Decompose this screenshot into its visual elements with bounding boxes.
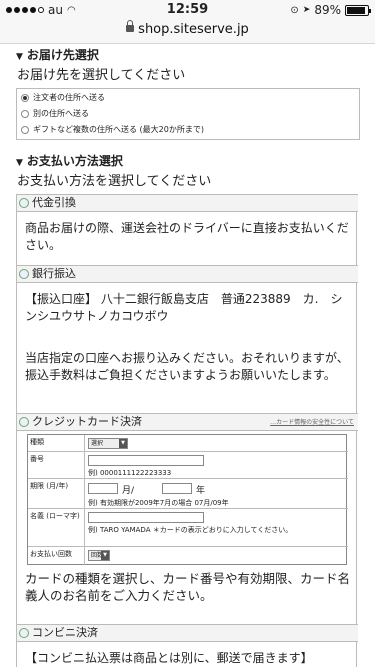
convenience-description: 【コンビニ払込票は商品とは別に、郵送で届きます】 [25,651,313,665]
card-type-row: 種類 選択 ▼ [28,435,348,452]
card-expiry-row: 期限 (月/年) 月/ 年 例) 有効期限が2009年7月の場合 07月/09年 [28,479,348,509]
card-installments-row: お支払い回数 回数 ▼ [28,547,348,565]
expiry-month-input[interactable] [88,483,118,494]
bank-account: 【振込口座】 八十二銀行飯島支店 普通223889 カ. シンシユウサトノカコウ… [25,292,343,323]
payment-section-title: ▼ お支払い方法選択 [16,154,123,168]
payment-option-convenience[interactable]: コンビニ決済 [17,624,358,642]
battery-percent: 89% [314,3,341,17]
battery-icon [345,4,371,16]
chevron-down-icon: ▼ [101,551,109,560]
month-unit: 月/ [122,486,135,496]
card-type-select[interactable]: 選択 ▼ [88,438,128,449]
expiry-year-input[interactable] [162,483,192,494]
location-icon: ➤ [302,5,311,15]
year-unit: 年 [196,486,206,496]
card-number-row: 番号 例) 0000111122223333 [28,452,348,479]
triangle-down-icon: ▼ [16,158,23,168]
cod-description: 商品お届けの際、運送会社のドライバーに直接お支払いください。 [25,221,349,252]
radio-button[interactable] [21,93,29,102]
card-number-input[interactable] [88,455,204,466]
delivery-options: 注文者の住所へ送る 別の住所へ送る ギフトなど複数の住所へ送る (最大20か所ま… [16,88,360,140]
delivery-section-title: ▼ お届け先選択 [16,48,99,62]
installments-select[interactable]: 回数 ▼ [88,550,110,561]
radio-button[interactable] [21,125,29,134]
payment-subtitle: お支払い方法を選択してください [17,174,212,189]
lock-rotation-icon: ⊙ [290,4,299,16]
card-type-label: 種類 [30,438,44,446]
delivery-option-self[interactable]: 注文者の住所へ送る [21,92,105,103]
payment-option-bank[interactable]: 銀行振込 [17,265,358,283]
card-name-label: 名義 (ローマ字) [30,512,80,520]
radio-circle-icon[interactable] [19,628,29,638]
card-name-row: 名義 (ローマ字) 例) TARO YAMADA ＊カードの表示どおりに入力して… [28,509,348,547]
payment-option-cod[interactable]: 代金引換 [17,194,358,212]
radio-circle-icon[interactable] [19,417,29,427]
delivery-option-other[interactable]: 別の住所へ送る [21,108,89,119]
card-number-example: 例) 0000111122223333 [88,469,172,477]
radio-circle-icon[interactable] [19,198,29,208]
status-right: ⊙ ➤ 89% [290,3,371,17]
installments-label: お支払い回数 [30,550,72,558]
lock-icon [126,20,135,32]
card-name-input[interactable] [88,512,204,523]
radio-circle-icon[interactable] [19,269,29,279]
chevron-down-icon: ▼ [119,439,127,448]
card-form: 種類 選択 ▼ 番号 例) 0000111122223333 期限 (月/年) 月… [27,434,348,565]
card-number-label: 番号 [30,455,44,463]
card-description: カードの種類を選択し、カード番号や有効期限、カード名義人のお名前をご入力ください… [25,571,351,603]
url-domain: shop.siteserve.jp [138,22,249,37]
status-bar: au ◠ 12:59 ⊙ ➤ 89% [0,0,375,20]
payment-methods: 代金引換 商品お届けの際、運送会社のドライバーに直接お支払いください。 銀行振込… [16,194,358,667]
card-name-example: 例) TARO YAMADA ＊カードの表示どおりに入力してください。 [88,526,293,534]
delivery-option-multiple[interactable]: ギフトなど複数の住所へ送る (最大20か所まで) [21,124,204,135]
card-expiry-example: 例) 有効期限が2009年7月の場合 07月/09年 [88,499,229,507]
payment-option-card[interactable]: クレジットカード決済 …カード情報の安全性について [17,413,358,431]
card-security-link[interactable]: …カード情報の安全性について [270,415,354,431]
url-bar[interactable]: shop.siteserve.jp [0,20,375,44]
delivery-subtitle: お届け先を選択してください [17,68,186,83]
card-expiry-label: 期限 (月/年) [30,482,69,490]
radio-button[interactable] [21,109,29,118]
triangle-down-icon: ▼ [16,52,23,62]
bank-description: 当店指定の口座へお振り込みください。おそれいりますが、振込手数料はご負担ください… [25,351,349,382]
